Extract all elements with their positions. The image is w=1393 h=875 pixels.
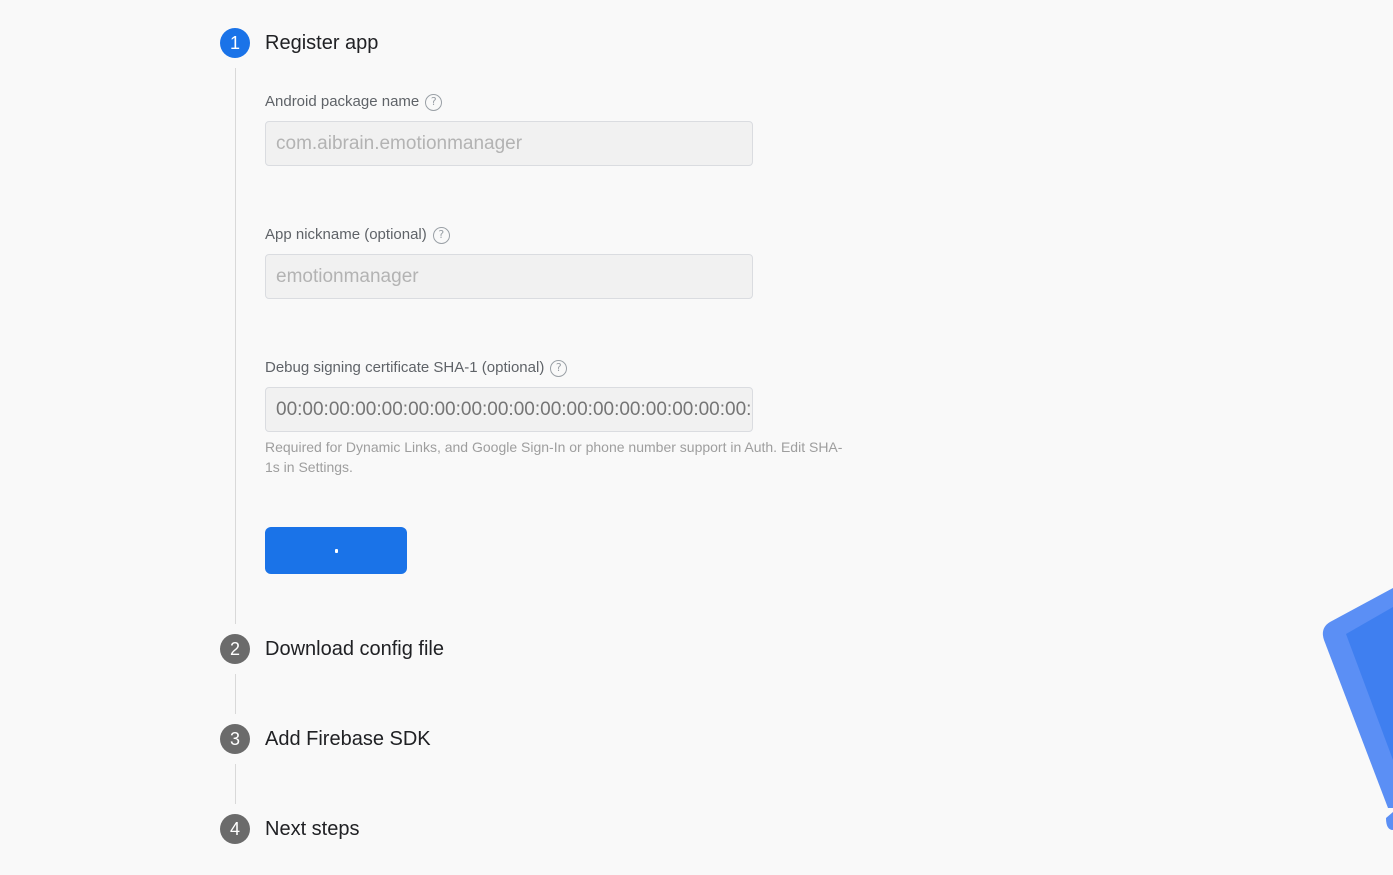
step-2-title: Download config file	[265, 638, 444, 660]
step-2-connector	[235, 674, 236, 714]
package-name-label-text: Android package name	[265, 93, 420, 110]
step-4-title: Next steps	[265, 818, 360, 840]
step-1-number: 1	[220, 28, 250, 58]
nickname-label-text: App nickname (optional)	[265, 226, 427, 243]
help-circle-icon[interactable]: ?	[550, 359, 568, 377]
sha1-input[interactable]: 00:00:00:00:00:00:00:00:00:00:00:00:00:0…	[265, 387, 753, 432]
step-3-title: Add Firebase SDK	[265, 728, 431, 750]
spinner-icon	[334, 548, 338, 553]
add-android-app-page: 1 Register app Android package name ? co…	[0, 0, 1393, 875]
package-name-input[interactable]: com.aibrain.emotionmanager	[265, 121, 753, 166]
package-name-label: Android package name ?	[265, 92, 443, 112]
step-2-number: 2	[220, 634, 250, 664]
step-1-connector	[235, 68, 236, 624]
help-circle-icon[interactable]: ?	[432, 226, 450, 244]
nickname-input[interactable]: emotionmanager	[265, 254, 753, 299]
nickname-label: App nickname (optional) ?	[265, 225, 450, 245]
register-app-button[interactable]	[265, 527, 407, 574]
sha1-label: Debug signing certificate SHA-1 (optiona…	[265, 358, 568, 378]
step-4-number: 4	[220, 814, 250, 844]
help-circle-icon[interactable]: ?	[425, 93, 443, 111]
sha1-label-text: Debug signing certificate SHA-1 (optiona…	[265, 359, 545, 376]
step-3-number: 3	[220, 724, 250, 754]
step-1-title: Register app	[265, 32, 379, 54]
sha1-hint: Required for Dynamic Links, and Google S…	[265, 439, 843, 475]
step-3-connector	[235, 764, 236, 804]
